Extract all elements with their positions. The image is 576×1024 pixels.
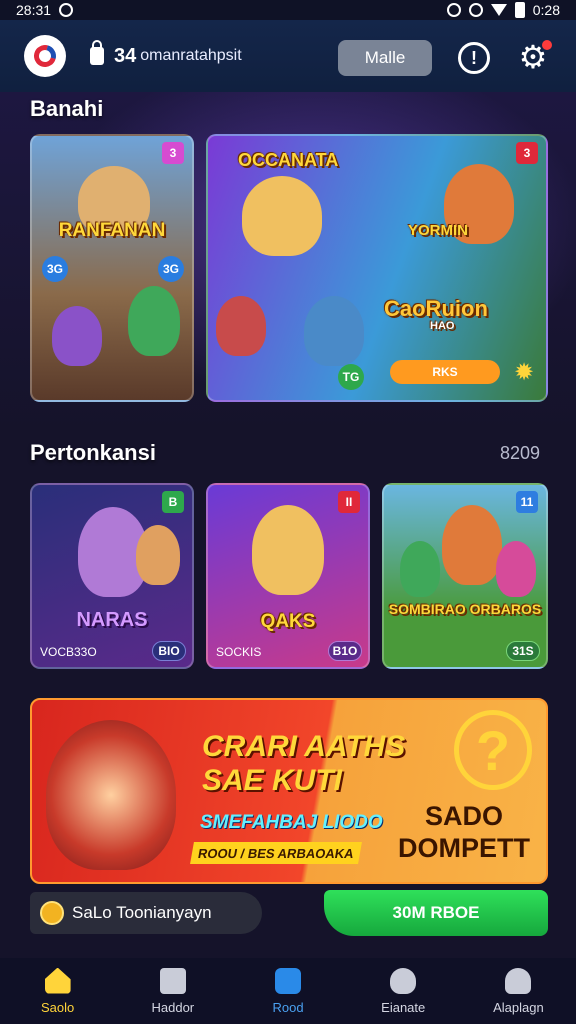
card-subtitle: CaoRuion (384, 296, 488, 321)
card-footer-right: BIO (152, 641, 186, 661)
bottom-nav: Saolo Haddor Rood Eianate Alaplagn (0, 958, 576, 1024)
user-name: omanratahpsit (140, 47, 242, 64)
square-icon (275, 967, 301, 994)
battery-icon (514, 2, 525, 18)
featured-card-1[interactable]: RANFANAN 3 3G 3G (30, 134, 194, 402)
character-art (400, 541, 440, 597)
featured-card-2[interactable]: OCCANATA TG YORMIN CaoRuion HAO 3 RKS ✹ (206, 134, 548, 402)
mail-button[interactable]: Malle (338, 40, 432, 76)
hero-art (46, 720, 176, 870)
cta-button[interactable]: 30M RBOE (324, 890, 548, 936)
status-time: 28:31 (16, 2, 52, 18)
card-title: NARAS (76, 609, 148, 631)
character-art (496, 541, 536, 597)
app-logo[interactable] (24, 35, 66, 77)
home-icon (44, 967, 71, 994)
nav-item-bag[interactable]: Haddor (115, 958, 230, 1024)
question-icon: ? (454, 710, 532, 790)
sun-icon: ✹ (514, 359, 535, 386)
card-badge: 3 (162, 142, 184, 164)
character-art (304, 296, 364, 366)
nav-item-center[interactable]: Rood (230, 958, 345, 1024)
status-bar: 28:31 0:28 (0, 0, 576, 20)
notification-icon (468, 3, 483, 17)
gear-icon[interactable]: ⚙ (516, 40, 552, 74)
card-pill-left: 3G (42, 256, 68, 282)
card-play-button[interactable]: RKS (390, 360, 500, 384)
card-title: RANFANAN (58, 220, 166, 241)
app-header: 34 omanratahpsit Malle ! ⚙ (0, 20, 576, 92)
alarm-icon (446, 3, 461, 17)
bag-icon (159, 967, 186, 994)
character-art (252, 505, 324, 595)
nav-label: Alaplagn (493, 999, 544, 1015)
card-pill: TG (338, 364, 364, 390)
card-pill-right: 3G (158, 256, 184, 282)
character-art (216, 296, 266, 356)
coin-icon (40, 901, 64, 925)
card-badge: II (338, 491, 360, 513)
popular-card-3[interactable]: SOMBIRAO ORBAROS 11 31S (382, 483, 548, 669)
user-id: 34 (114, 44, 137, 67)
promo-title-line-1: CRARI AATHS (202, 730, 406, 763)
promo-title: CRARI AATHS SAE KUTI (202, 730, 405, 798)
info-icon[interactable]: ! (458, 42, 490, 74)
popular-count: 8209 (500, 443, 541, 463)
card-footer-left: SOCKIS (216, 645, 262, 659)
wallet-label: SaLo Toonianyayn (72, 903, 212, 922)
profile-icon (505, 967, 532, 994)
lock-icon (90, 40, 104, 65)
card-badge: B (162, 491, 184, 513)
promo-right-line-1: SADO (424, 801, 503, 831)
logo-icon (29, 40, 61, 72)
wallet-bar[interactable]: SaLo Toonianyayn (30, 892, 262, 934)
card-badge: 3 (516, 142, 538, 164)
character-art (442, 505, 502, 585)
card-footer-right: B1O (328, 641, 362, 661)
character-art (242, 176, 322, 256)
card-title-secondary: YORMIN (408, 222, 468, 239)
card-title: QAKS (260, 611, 316, 632)
nav-item-profile[interactable]: Alaplagn (461, 958, 576, 1024)
nav-item-games[interactable]: Eianate (346, 958, 461, 1024)
popular-card-1[interactable]: NARAS B VOCB33O BIO (30, 483, 194, 669)
featured-title: Banahi (30, 96, 104, 121)
character-art (128, 286, 180, 356)
character-art (136, 525, 180, 585)
nav-label: Rood (272, 999, 304, 1015)
card-footer-right: 31S (506, 641, 540, 661)
promo-title-line-2: SAE KUTI (202, 764, 343, 797)
status-right-text: 0:28 (532, 2, 560, 18)
card-badge: 11 (516, 491, 538, 513)
promo-right-line-2: DOMPETT (398, 833, 530, 863)
card-subtitle-2: HAO (430, 320, 455, 332)
promo-banner[interactable]: CRARI AATHS SAE KUTI SMEFAHBAJ LIODO ROO… (30, 698, 548, 884)
popular-title: Pertonkansi (30, 440, 156, 465)
promo-subtitle: SMEFAHBAJ LIODO (200, 812, 383, 833)
controller-icon (390, 967, 417, 994)
sync-icon (59, 3, 74, 17)
promo-strip: ROOU / BES ARBAOAKA (190, 842, 362, 864)
card-title: OCCANATA (238, 150, 339, 170)
nav-label: Haddor (151, 999, 195, 1015)
wifi-icon (490, 4, 507, 16)
nav-label: Eianate (381, 999, 426, 1015)
card-footer-left: VOCB33O (40, 645, 97, 659)
nav-item-home[interactable]: Saolo (0, 958, 115, 1024)
card-title: SOMBIRAO ORBAROS (388, 601, 542, 617)
popular-card-2[interactable]: QAKS II SOCKIS B1O (206, 483, 370, 669)
nav-label: Saolo (40, 999, 75, 1015)
character-art (52, 306, 102, 366)
notification-dot (542, 40, 552, 50)
promo-right-title: SADO DOMPETT (384, 800, 544, 864)
